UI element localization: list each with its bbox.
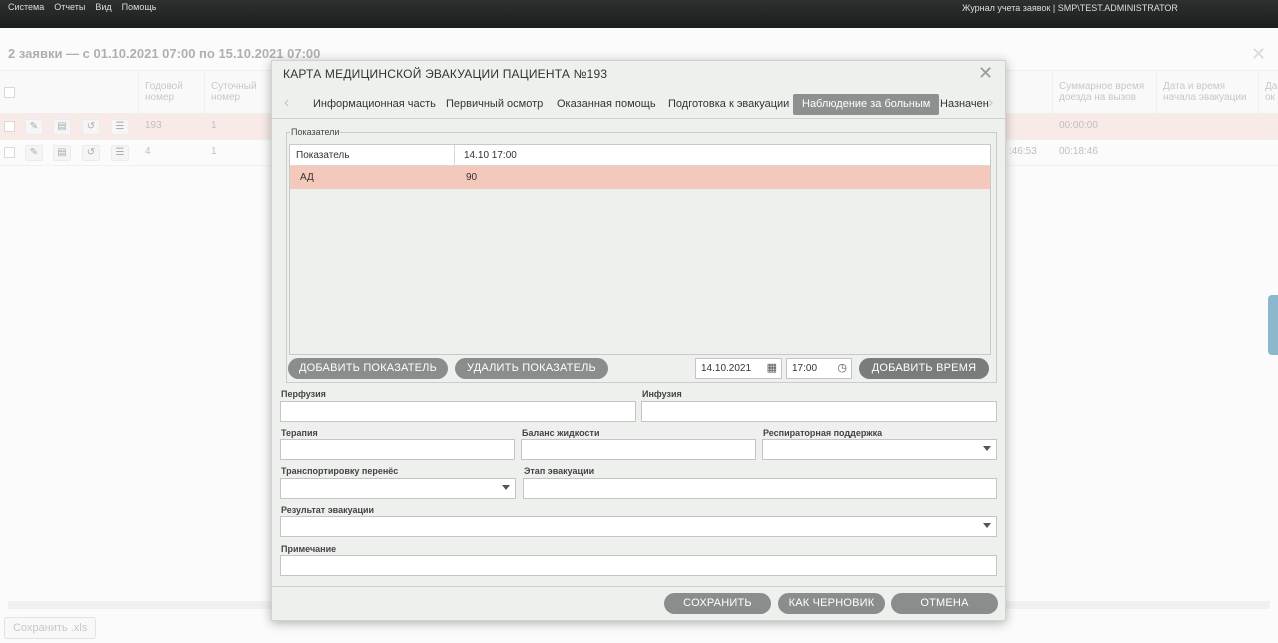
indicator-name: АД <box>300 172 314 183</box>
indicators-legend: Показатели <box>290 127 341 137</box>
chevron-down-icon[interactable] <box>983 446 991 451</box>
indicators-grid: Показатель 14.10 17:00 АД 90 <box>289 144 991 355</box>
evacuation-stage-field[interactable] <box>523 478 997 499</box>
chevron-down-icon[interactable] <box>983 523 991 528</box>
user-info: Журнал учета заявок | SMP\TEST.ADMINISTR… <box>962 3 1178 13</box>
menu-view[interactable]: Вид <box>95 2 111 12</box>
indicators-group: Показатели Показатель 14.10 17:00 АД 90 <box>286 127 997 383</box>
save-button[interactable]: СОХРАНИТЬ <box>664 593 771 614</box>
tab-bar: ‹ Информационная часть Первичный осмотр … <box>272 91 1005 119</box>
add-time-button[interactable]: ДОБАВИТЬ ВРЕМЯ <box>859 358 989 379</box>
menu-help[interactable]: Помощь <box>122 2 157 12</box>
transport-label: Транспортировку перенёс <box>281 466 399 476</box>
tab-strip: Информационная часть Первичный осмотр Ок… <box>302 91 990 119</box>
therapy-label: Терапия <box>281 428 318 438</box>
tab-observation[interactable]: Наблюдение за больным <box>793 94 940 115</box>
cancel-button[interactable]: ОТМЕНА <box>891 593 998 614</box>
fluid-balance-label: Баланс жидкости <box>522 428 600 438</box>
tab-evac-preparation[interactable]: Подготовка к эвакуации <box>659 94 798 115</box>
table-row[interactable]: АД 90 <box>290 166 990 189</box>
note-label: Примечание <box>281 544 337 554</box>
chevron-left-icon[interactable]: ‹ <box>284 94 289 112</box>
dialog-footer-divider <box>272 586 1005 587</box>
perfusion-label: Перфузия <box>281 389 326 399</box>
calendar-icon[interactable]: ▦ <box>767 359 777 378</box>
chevron-down-icon[interactable] <box>502 485 510 490</box>
main-menu: Система Отчеты Вид Помощь <box>8 2 156 12</box>
note-field[interactable] <box>280 555 997 576</box>
infusion-label: Инфузия <box>642 389 682 399</box>
date-value: 14.10.2021 <box>701 363 752 374</box>
column-time: 14.10 17:00 <box>464 150 517 161</box>
evacuation-card-dialog: КАРТА МЕДИЦИНСКОЙ ЭВАКУАЦИИ ПАЦИЕНТА №19… <box>271 60 1006 621</box>
close-icon[interactable]: ✕ <box>978 63 993 84</box>
date-field[interactable]: 14.10.2021 ▦ <box>695 358 782 379</box>
fluid-balance-field[interactable] <box>521 439 756 460</box>
dialog-title: КАРТА МЕДИЦИНСКОЙ ЭВАКУАЦИИ ПАЦИЕНТА №19… <box>283 67 608 81</box>
time-value: 17:00 <box>792 363 818 374</box>
menu-system[interactable]: Система <box>8 2 44 12</box>
column-divider <box>454 145 455 166</box>
indicator-value[interactable]: 90 <box>460 166 477 189</box>
menu-reports[interactable]: Отчеты <box>54 2 85 12</box>
add-indicator-button[interactable]: ДОБАВИТЬ ПОКАЗАТЕЛЬ <box>288 358 448 379</box>
respiratory-support-label: Респираторная поддержка <box>763 428 883 438</box>
therapy-field[interactable] <box>280 439 515 460</box>
evacuation-result-label: Результат эвакуации <box>281 505 375 515</box>
evacuation-stage-label: Этап эвакуации <box>524 466 595 476</box>
tab-info[interactable]: Информационная часть <box>304 94 445 115</box>
remove-indicator-button[interactable]: УДАЛИТЬ ПОКАЗАТЕЛЬ <box>455 358 608 379</box>
transport-select[interactable] <box>280 478 516 499</box>
time-field[interactable]: 17:00 ◷ <box>786 358 852 379</box>
tab-primary-exam[interactable]: Первичный осмотр <box>437 94 552 115</box>
clock-icon[interactable]: ◷ <box>837 359 847 378</box>
tab-prescriptions[interactable]: Назначен <box>931 94 990 115</box>
column-indicator: Показатель <box>296 150 350 161</box>
perfusion-field[interactable] <box>280 401 636 422</box>
save-draft-button[interactable]: КАК ЧЕРНОВИК <box>778 593 885 614</box>
evacuation-result-select[interactable] <box>280 516 997 537</box>
respiratory-support-select[interactable] <box>762 439 997 460</box>
app-top-bar: Система Отчеты Вид Помощь Журнал учета з… <box>0 0 1278 28</box>
grid-header: Показатель 14.10 17:00 <box>290 145 990 166</box>
tab-assistance[interactable]: Оказанная помощь <box>548 94 665 115</box>
infusion-field[interactable] <box>641 401 997 422</box>
chevron-right-icon[interactable]: › <box>988 94 993 112</box>
